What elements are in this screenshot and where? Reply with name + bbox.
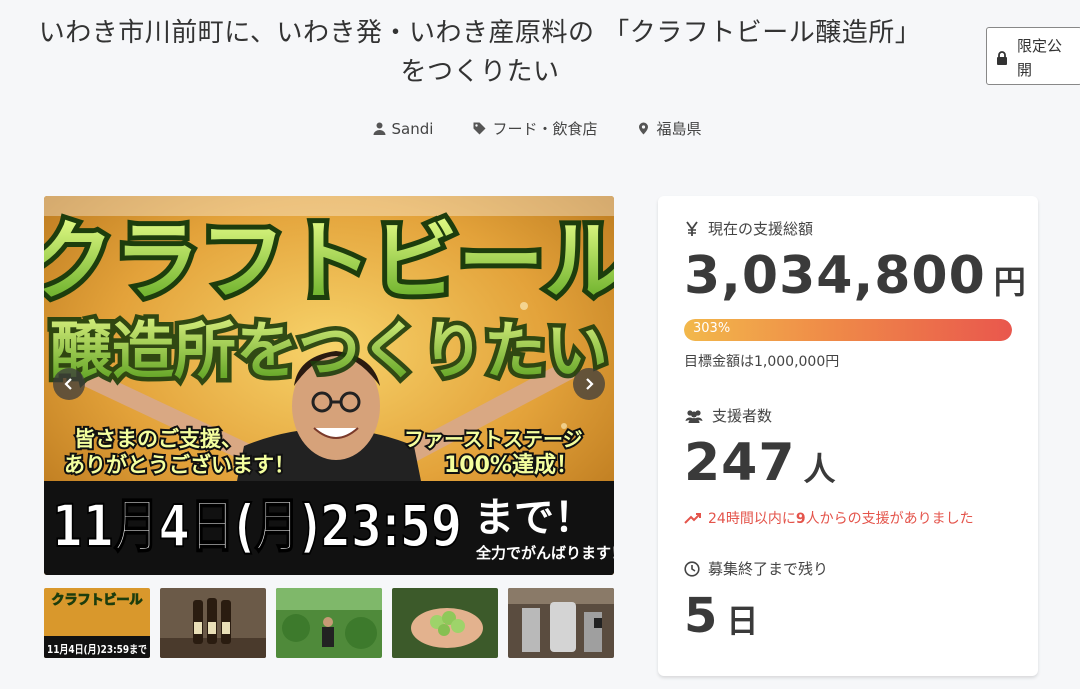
remaining-days: 5 日 bbox=[684, 585, 1012, 647]
project-title-line2: をつくりたい bbox=[400, 57, 560, 87]
thumbnail-4[interactable] bbox=[392, 588, 498, 658]
recent-backers-notice: 24時間以内に9人からの支援がありました bbox=[684, 508, 1012, 528]
category-link[interactable]: フード・飲食店 bbox=[473, 118, 597, 139]
thumbnail-2[interactable] bbox=[160, 588, 266, 658]
users-icon bbox=[685, 409, 703, 423]
carousel-next-button[interactable] bbox=[573, 368, 605, 400]
yen-icon bbox=[686, 220, 698, 236]
category-label: フード・飲食店 bbox=[492, 120, 598, 138]
pin-icon bbox=[639, 122, 649, 135]
backers-count: 247 人 bbox=[684, 432, 1012, 494]
badge-label-line1: 限定公 bbox=[1017, 37, 1063, 55]
hero-thanks1: 皆さまのご支援、 bbox=[74, 427, 242, 451]
total-amount-label: 現在の支援総額 bbox=[684, 218, 1012, 239]
thumbnail-1[interactable]: クラフトビール 11月4日(月)23:59まで bbox=[44, 588, 150, 658]
recent-prefix: 24時間以内に bbox=[708, 511, 796, 527]
project-title-line1: いわき市川前町に、いわき発・いわき産原料の 「クラフトビール醸造所」 bbox=[38, 18, 922, 48]
backers-label-text: 支援者数 bbox=[712, 407, 773, 425]
hero-deadline: 11月4日(月)23:59 bbox=[52, 492, 462, 560]
recent-count: 9 bbox=[795, 511, 806, 527]
hero-stage2: 100%達成！ bbox=[444, 452, 578, 478]
total-amount-unit: 円 bbox=[993, 263, 1026, 301]
funding-stats-card: 現在の支援総額 3,034,800 円 303% 目標金額は1,000,000円… bbox=[658, 196, 1038, 676]
funding-progress-bar: 303% bbox=[684, 319, 1012, 341]
thumbnail-1-caption2: 11月4日(月)23:59まで bbox=[47, 643, 147, 656]
location-label: 福島県 bbox=[656, 120, 702, 138]
hero-image[interactable]: クラフトビール クラフトビール 醸造所をつくりたい 醸造所をつくりたい 皆さまの… bbox=[44, 196, 614, 575]
location-link[interactable]: 福島県 bbox=[637, 118, 701, 139]
project-meta: Sandi フード・飲食店 福島県 bbox=[0, 118, 1080, 139]
carousel-prev-button[interactable] bbox=[53, 368, 85, 400]
hero-effort: 全力でがんばります！ bbox=[475, 544, 614, 562]
goal-amount: 目標金額は1,000,000円 bbox=[684, 354, 840, 370]
remaining-days-unit: 日 bbox=[726, 602, 759, 640]
recent-suffix: 人からの支援がありました bbox=[805, 511, 974, 527]
author-name: Sandi bbox=[391, 119, 434, 138]
hero-thanks2: ありがとうございます！ bbox=[64, 453, 295, 477]
clock-icon bbox=[684, 560, 700, 577]
thumbnail-1-caption1: クラフトビール bbox=[51, 592, 142, 608]
author-link[interactable]: Sandi bbox=[373, 118, 434, 139]
total-amount-value: 3,034,800 bbox=[684, 246, 986, 306]
limited-public-badge: 限定公 開 bbox=[986, 27, 1080, 85]
lock-icon bbox=[997, 51, 1007, 65]
remaining-label: 募集終了まで残り bbox=[684, 558, 1012, 579]
funding-progress-fill bbox=[684, 319, 1012, 341]
total-amount-label-text: 現在の支援総額 bbox=[708, 220, 814, 238]
hero-until: まで！ bbox=[474, 495, 594, 541]
trending-up-icon bbox=[684, 513, 701, 524]
chevron-right-icon bbox=[586, 378, 594, 390]
hero-headline2: 醸造所をつくりたい bbox=[50, 314, 608, 387]
thumbnail-3[interactable] bbox=[276, 588, 382, 658]
funding-progress-percent: 303% bbox=[693, 321, 731, 336]
remaining-days-value: 5 bbox=[684, 588, 719, 644]
backers-count-value: 247 bbox=[684, 433, 796, 493]
total-amount: 3,034,800 円 bbox=[684, 245, 1026, 307]
user-icon bbox=[373, 122, 386, 135]
hero-stage1: ファーストステージ bbox=[404, 427, 583, 451]
backers-label: 支援者数 bbox=[684, 405, 1012, 426]
thumbnail-5[interactable] bbox=[508, 588, 614, 658]
hero-headline1: クラフトビール bbox=[44, 212, 614, 312]
hero-artwork: クラフトビール クラフトビール 醸造所をつくりたい 醸造所をつくりたい 皆さまの… bbox=[44, 196, 614, 575]
project-title: いわき市川前町に、いわき発・いわき産原料の 「クラフトビール醸造所」 をつくりた… bbox=[0, 14, 960, 92]
badge-label-line2: 開 bbox=[1017, 61, 1033, 79]
tag-icon bbox=[473, 122, 486, 135]
remaining-label-text: 募集終了まで残り bbox=[708, 560, 829, 578]
backers-count-unit: 人 bbox=[803, 450, 836, 488]
thumbnail-strip: クラフトビール 11月4日(月)23:59まで bbox=[44, 588, 614, 658]
chevron-left-icon bbox=[64, 378, 72, 390]
